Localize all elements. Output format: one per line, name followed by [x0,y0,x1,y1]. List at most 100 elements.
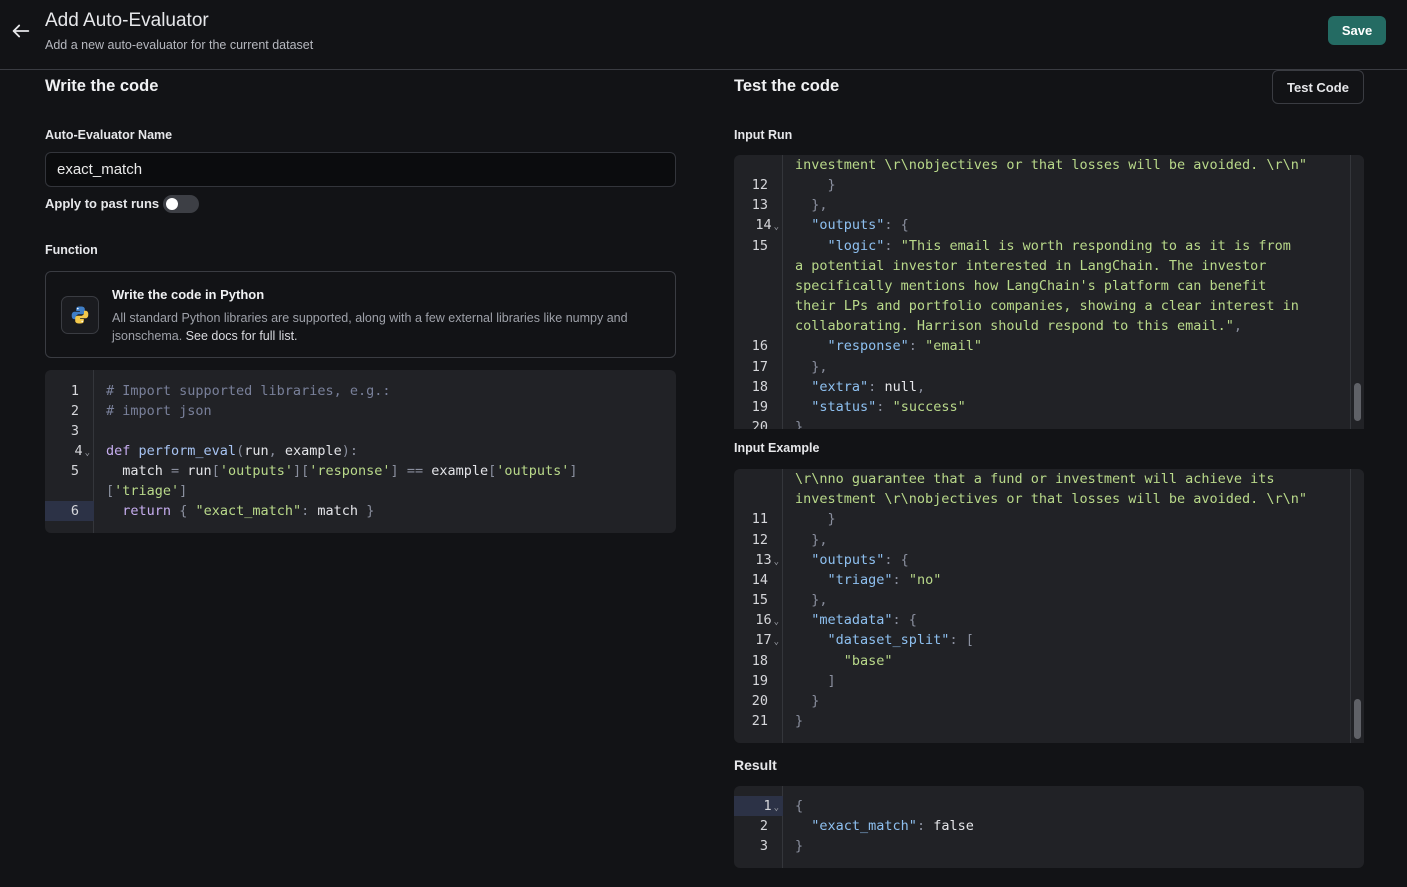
code-line: match = run['outputs']['response'] == ex… [106,463,578,479]
code-line: investment \r\nobjectives or that losses… [795,157,1308,173]
line-number-fold[interactable]: 1 ⌄ [739,796,779,816]
scrollbar-thumb[interactable] [1354,383,1361,421]
code-line: "triage": "no" [827,572,942,588]
line-number: 5 [70,463,79,479]
code-line: # Import supported libraries, e.g.: [106,383,391,399]
line-number: 15 [751,238,768,254]
line-number: 18 [751,653,768,669]
line-number: 2 [70,403,79,419]
function-label: Function [45,243,98,257]
python-card-title: Write the code in Python [112,287,265,302]
line-number: 12 [751,177,768,193]
code-line: }, [811,592,828,608]
line-number-fold[interactable]: 13 ⌄ [739,550,779,570]
arrow-left-icon [12,24,30,38]
input-run-editor[interactable]: 12 13 14 ⌄ 15 16 17 18 19 20 investment \… [734,155,1364,429]
name-label: Auto-Evaluator Name [45,128,173,142]
evaluator-name-input[interactable] [45,152,676,187]
apply-past-runs-toggle[interactable] [163,195,199,213]
line-number: 20 [751,693,768,709]
line-number: 21 [751,713,768,729]
code-line: "outputs": { [811,217,909,233]
line-number: 4 [74,443,83,459]
input-run-label: Input Run [734,128,793,142]
line-number: 14 [751,572,768,588]
line-number-fold[interactable]: 16 ⌄ [739,610,779,630]
line-number-fold[interactable]: 4 ⌄ [50,441,90,461]
code-line: "dataset_split": [ [827,632,974,648]
test-code-title: Test the code [734,77,840,95]
line-number: 16 [751,338,768,354]
line-number: 13 [755,552,772,568]
code-line: ] [827,673,836,689]
test-code-button[interactable]: Test Code [1272,70,1364,104]
save-button[interactable]: Save [1328,16,1386,45]
code-line: }, [811,532,828,548]
docs-link[interactable]: See docs for full list. [186,329,298,343]
scrollbar[interactable] [1350,155,1364,429]
input-example-editor[interactable]: 11 12 13 ⌄ 14 15 16 ⌄ 17 ⌄ 18 19 20 21 \r\n… [734,469,1364,743]
code-line: "status": "success" [811,399,966,415]
page-title: Add Auto-Evaluator [45,10,209,31]
code-line: } [795,838,804,854]
line-number: 1 [763,798,772,814]
line-gutter: 11 12 13 ⌄ 14 15 16 ⌄ 17 ⌄ 18 19 20 21 [734,469,783,743]
python-badge [61,296,99,334]
code-line: } [795,419,804,429]
function-code-editor[interactable]: 1 2 3 4 ⌄ 5 6 # Import supported librarie… [45,370,676,533]
line-number: 17 [751,359,768,375]
code-line: "response": "email" [827,338,982,354]
code-line: a potential investor interested in LangC… [795,258,1267,274]
scrollbar[interactable] [1350,469,1364,743]
code-line: their LPs and portfolio companies, showi… [795,298,1299,314]
input-example-label: Input Example [734,441,820,455]
code-line: } [795,713,804,729]
chevron-down-icon[interactable]: ⌄ [774,617,779,627]
line-number: 3 [759,838,768,854]
line-number: 16 [755,612,772,628]
line-number: 2 [759,818,768,834]
code-line: "base" [843,653,893,669]
code-line: \r\nno guarantee that a fund or investme… [795,471,1275,487]
line-number: 20 [751,419,768,429]
code-line: ['triage'] [106,483,188,499]
back-button[interactable] [10,20,32,42]
line-number: 17 [755,632,772,648]
line-number: 14 [755,217,772,233]
code-line: investment \r\nobjectives or that losses… [795,491,1308,507]
line-number: 15 [751,592,768,608]
result-viewer[interactable]: 1 ⌄ 2 3 { "exact_match": false } [734,786,1364,868]
python-icon [71,306,89,324]
code-line: return { "exact_match": match } [122,503,375,519]
write-code-title: Write the code [45,77,159,95]
code-line: "outputs": { [811,552,909,568]
page-subtitle: Add a new auto-evaluator for the current… [45,38,314,52]
page-header: Add Auto-Evaluator Add a new auto-evalua… [0,0,1407,70]
chevron-down-icon[interactable]: ⌄ [774,557,779,567]
code-line: } [827,177,836,193]
line-number: 12 [751,532,768,548]
chevron-down-icon[interactable]: ⌄ [774,637,779,647]
chevron-down-icon[interactable]: ⌄ [774,803,779,813]
line-number: 19 [751,673,768,689]
python-card-description: All standard Python libraries are suppor… [112,309,657,345]
line-number: 3 [70,423,79,439]
code-line: { [795,798,804,814]
line-number: 11 [751,511,768,527]
line-number: 18 [751,379,768,395]
chevron-down-icon[interactable]: ⌄ [85,448,90,458]
code-line: specifically mentions how LangChain's pl… [795,278,1267,294]
line-gutter: 12 13 14 ⌄ 15 16 17 18 19 20 [734,155,783,429]
line-number: 1 [70,383,79,399]
result-label: Result [734,757,777,773]
chevron-down-icon[interactable]: ⌄ [774,222,779,232]
line-number: 13 [751,197,768,213]
code-line: } [827,511,836,527]
scrollbar-thumb[interactable] [1354,699,1361,739]
code-line: # import json [106,403,212,419]
apply-past-runs-label: Apply to past runs [45,196,160,211]
code-line: }, [811,197,828,213]
line-number-fold[interactable]: 17 ⌄ [739,630,779,650]
line-number-fold[interactable]: 14 ⌄ [739,215,779,235]
code-line: } [811,693,820,709]
